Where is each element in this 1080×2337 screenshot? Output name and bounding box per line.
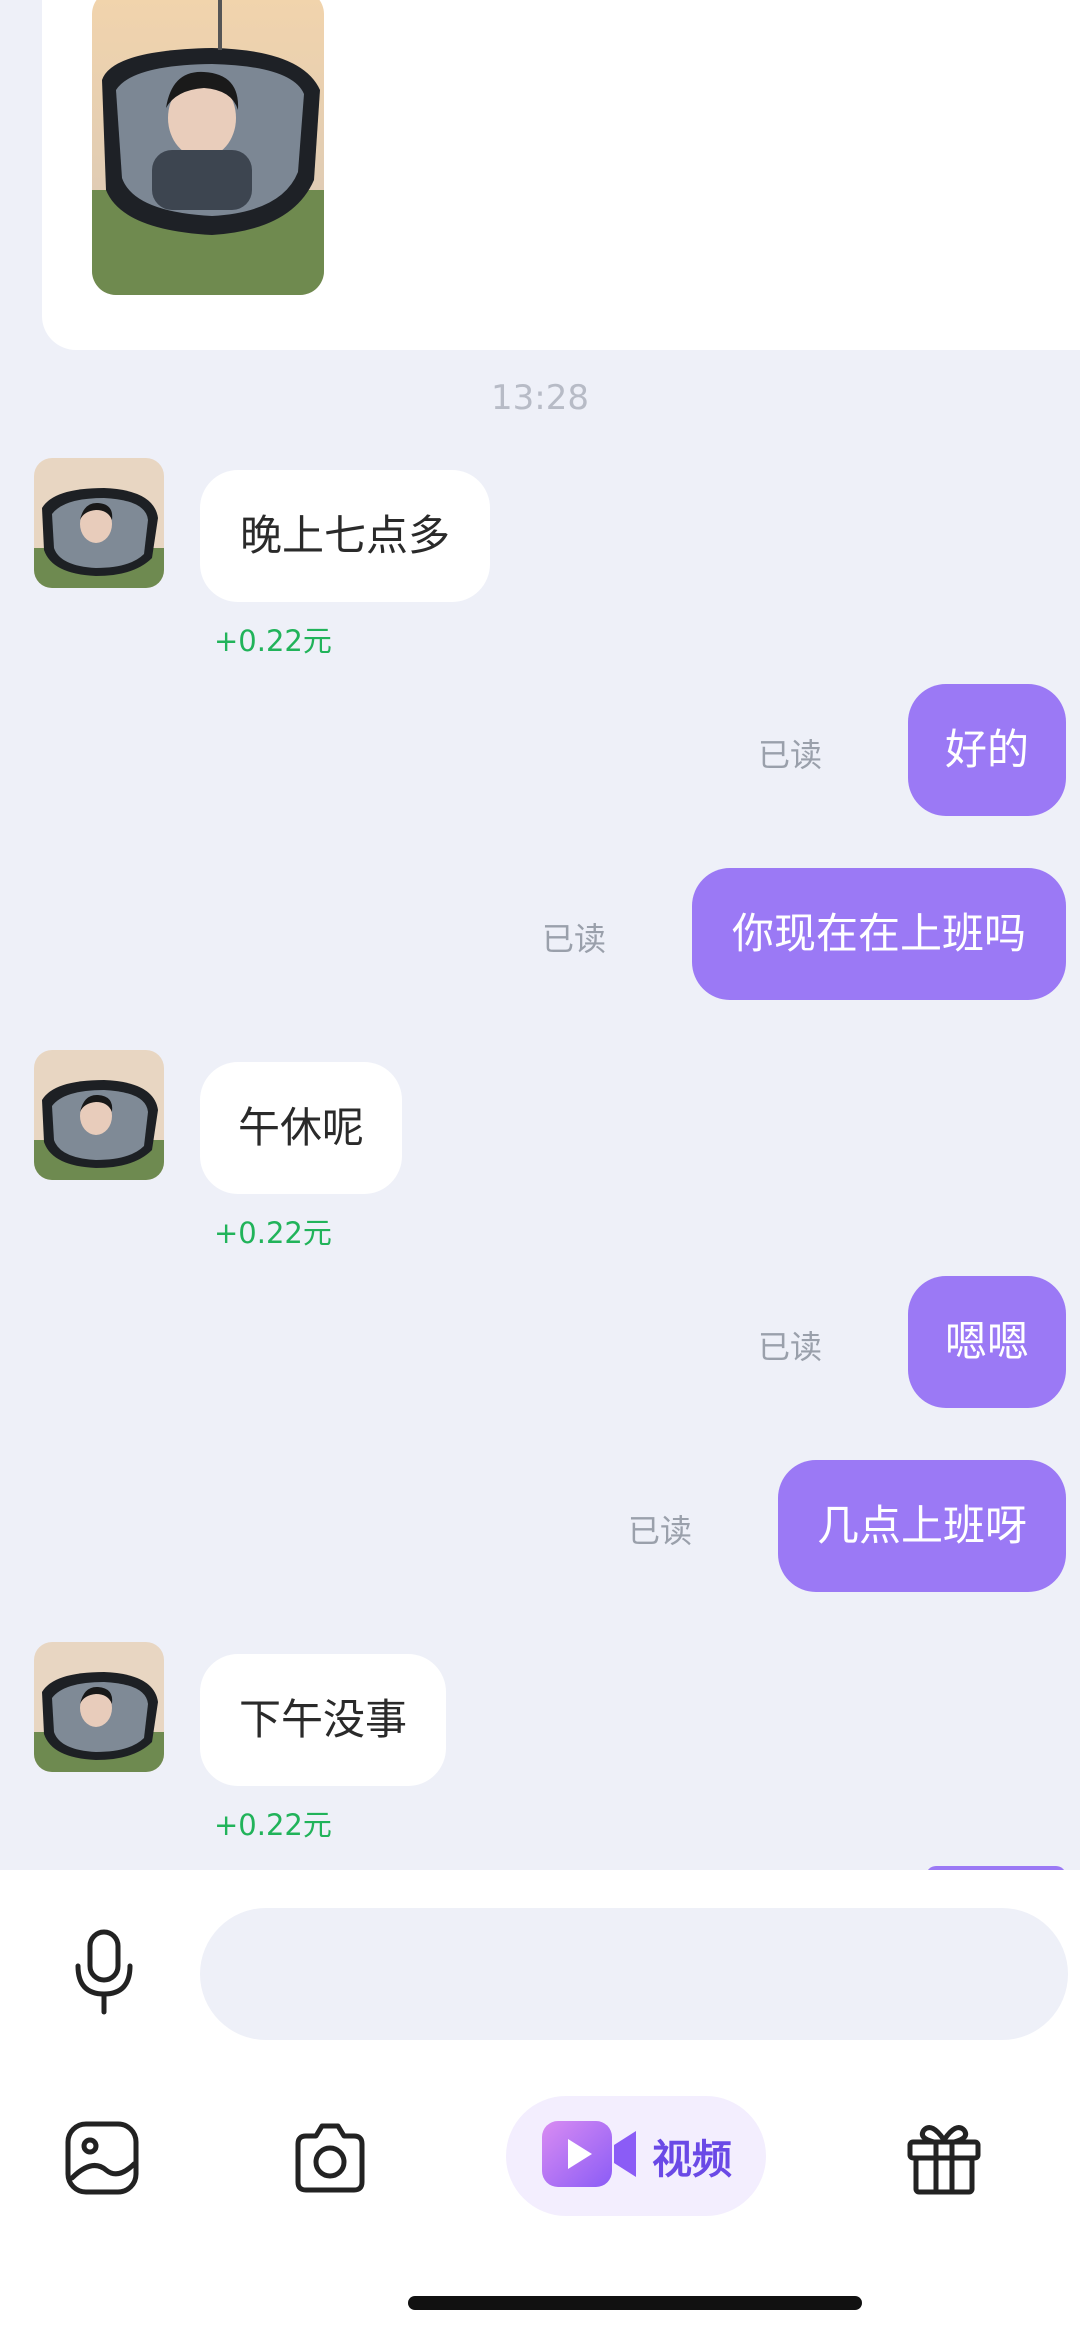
home-indicator[interactable] [408, 2296, 862, 2310]
video-icon [540, 2117, 638, 2195]
reward-amount: +0.22元 [214, 1808, 332, 1842]
message-bubble-outgoing[interactable]: 好的 [908, 684, 1066, 816]
message-bubble-incoming[interactable]: 晚上七点多 [200, 470, 490, 602]
video-label: 视频 [652, 2137, 732, 2183]
message-input[interactable] [200, 1908, 1068, 2040]
camera-icon[interactable] [290, 2118, 370, 2198]
message-bubble-outgoing[interactable]: 你现在在上班吗 [692, 868, 1066, 1000]
reward-amount: +0.22元 [214, 1216, 332, 1250]
read-status: 已读 [541, 920, 606, 958]
video-call-button[interactable]: 视频 [506, 2096, 766, 2216]
message-bubble-outgoing[interactable]: 几点上班呀 [778, 1460, 1066, 1592]
mic-icon[interactable] [66, 1928, 142, 2016]
message-bubble-incoming[interactable]: 午休呢 [200, 1062, 402, 1194]
image-message-photo[interactable] [92, 0, 324, 295]
contact-avatar[interactable] [34, 1050, 164, 1180]
chat-timestamp: 13:28 [491, 378, 589, 418]
contact-avatar[interactable] [34, 1642, 164, 1772]
contact-avatar[interactable] [34, 458, 164, 588]
message-bubble-outgoing[interactable]: 嗯嗯 [908, 1276, 1066, 1408]
album-icon[interactable] [62, 2118, 142, 2198]
message-bubble-incoming[interactable]: 下午没事 [200, 1654, 446, 1786]
read-status: 已读 [757, 736, 822, 774]
read-status: 已读 [757, 1328, 822, 1366]
reward-amount: +0.22元 [214, 624, 332, 658]
read-status: 已读 [627, 1512, 692, 1550]
gift-icon[interactable] [904, 2118, 984, 2198]
